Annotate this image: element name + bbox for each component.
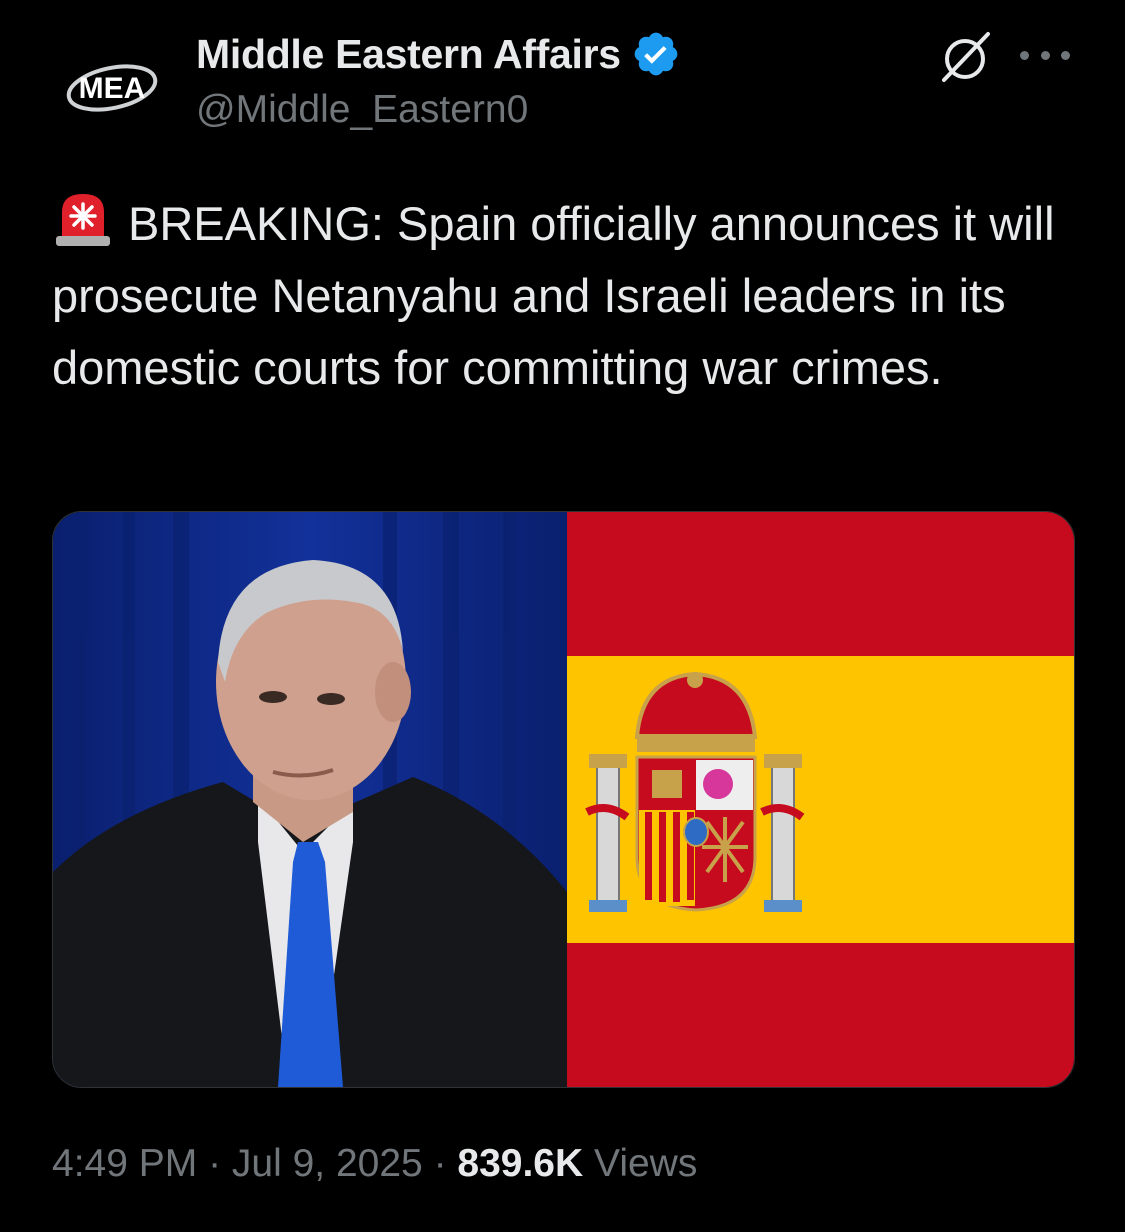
author-block: Middle Eastern Affairs @Middle_Eastern0: [196, 28, 681, 132]
tweet-body: BREAKING: Spain officially announces it …: [52, 197, 1068, 394]
tweet-date[interactable]: Jul 9, 2025: [232, 1142, 423, 1185]
grok-icon[interactable]: [936, 28, 994, 86]
mea-logo-icon: MEA: [66, 64, 158, 112]
meta-separator-2: ·: [422, 1142, 458, 1185]
tweet-meta: 4:49 PM · Jul 9, 2025 · 839.6K Views: [52, 1142, 697, 1186]
more-dots-icon[interactable]: [1020, 40, 1070, 70]
author-name[interactable]: Middle Eastern Affairs: [196, 31, 621, 78]
views-label[interactable]: Views: [594, 1142, 697, 1185]
spain-flag[interactable]: [567, 512, 1074, 1087]
tweet-media[interactable]: [52, 511, 1075, 1088]
tweet-detail: MEA Middle Eastern Affairs @Middle_Easte…: [0, 0, 1125, 1232]
avatar[interactable]: MEA: [54, 28, 170, 144]
tweet-time[interactable]: 4:49 PM: [52, 1142, 197, 1185]
author-handle[interactable]: @Middle_Eastern0: [196, 88, 681, 132]
verified-badge-icon[interactable]: [631, 29, 681, 79]
meta-separator: ·: [197, 1142, 232, 1185]
tweet-text: BREAKING: Spain officially announces it …: [52, 188, 1092, 404]
views-count[interactable]: 839.6K: [457, 1142, 583, 1185]
avatar-text: MEA: [79, 72, 146, 105]
man-in-suit-photo[interactable]: [53, 512, 567, 1087]
police-siren-icon: [52, 190, 114, 248]
